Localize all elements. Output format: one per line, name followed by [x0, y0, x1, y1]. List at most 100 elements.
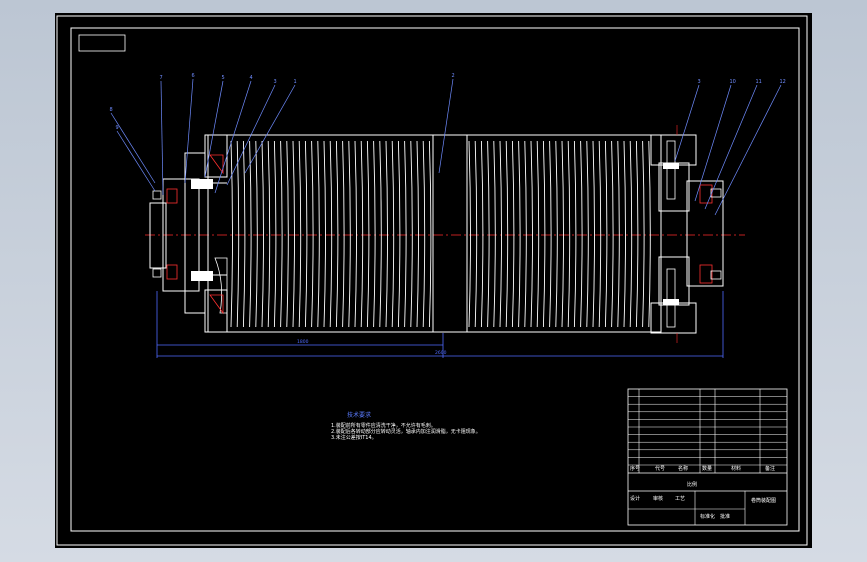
rope-groove — [230, 140, 233, 328]
rope-groove — [542, 140, 546, 328]
rope-groove — [404, 140, 407, 328]
leader-label-left-3: 6 — [192, 73, 195, 79]
rope-grooves-right — [468, 140, 651, 328]
rope-groove — [267, 140, 271, 328]
leader-label-left-5: 4 — [250, 75, 253, 81]
right-flange — [650, 125, 724, 343]
rope-groove — [335, 140, 339, 328]
rope-groove — [555, 140, 558, 328]
rope-groove — [518, 140, 521, 328]
rope-groove — [292, 140, 295, 328]
dimension-left: 1800 — [297, 339, 309, 345]
rope-groove — [561, 140, 564, 328]
rope-groove — [580, 140, 583, 328]
leader-label-right-3: 12 — [780, 79, 786, 85]
rope-groove — [642, 140, 645, 328]
rope-groove — [468, 140, 471, 328]
rope-groove — [323, 140, 326, 328]
rope-groove — [329, 140, 333, 328]
leader-label-left-0: 8 — [110, 107, 113, 113]
row-label-3: 数量 — [702, 466, 713, 472]
dimension-lines: 1800 2600 — [156, 291, 724, 358]
bottom-label-3: 标准化 — [700, 514, 716, 520]
rope-groove — [273, 140, 277, 328]
rope-groove — [354, 140, 357, 328]
leader-label-right-1: 10 — [730, 79, 736, 85]
leader-label-right-2: 11 — [756, 79, 762, 85]
rope-groove — [611, 140, 614, 328]
bottom-label-0: 设计 — [630, 496, 641, 502]
rope-groove — [499, 140, 502, 328]
row-label-4: 材料 — [731, 466, 742, 472]
leader-line — [674, 84, 700, 162]
rope-groove — [249, 140, 252, 328]
rope-groove — [422, 140, 426, 328]
row-label-1: 代号 — [655, 466, 666, 472]
corner-stamp-box — [78, 34, 126, 52]
rope-groove — [311, 140, 314, 328]
left-flange — [149, 134, 228, 333]
row-label-5: 备注 — [765, 466, 776, 472]
rope-groove — [428, 140, 432, 328]
leader-label-left-1: 9 — [116, 125, 119, 131]
rope-groove — [586, 140, 589, 328]
rope-groove — [366, 140, 370, 328]
rope-groove — [487, 140, 490, 328]
rope-groove — [617, 140, 620, 328]
rope-groove — [635, 140, 639, 328]
leader-label-right-0: 3 — [698, 79, 701, 85]
bottom-label-4: 批准 — [720, 514, 731, 520]
part-name: 卷筒装配图 — [751, 498, 777, 504]
outer-frame — [56, 15, 808, 546]
rope-groove — [255, 140, 258, 328]
leader-line — [204, 80, 224, 178]
rope-groove — [379, 140, 382, 328]
rope-groove — [317, 140, 320, 328]
inner-frame — [70, 27, 800, 532]
notes-line-3: 3.未注公差按IT14。 — [331, 435, 377, 441]
leader-label-center-0: 2 — [452, 73, 455, 79]
drawing-sheet[interactable]: 8 9 7 6 5 4 3 1 2 3 10 11 12 1800 2600 技… — [55, 13, 812, 548]
rope-groove — [342, 140, 345, 328]
scale-label: 比例 — [687, 482, 698, 488]
rope-groove — [623, 140, 626, 328]
rope-groove — [530, 140, 533, 328]
rope-groove — [261, 140, 264, 328]
rope-groove — [511, 140, 515, 328]
rope-groove — [604, 140, 608, 328]
rope-groove — [549, 140, 552, 328]
bottom-label-2: 工艺 — [675, 496, 686, 502]
row-label-0: 序号 — [630, 466, 641, 472]
assembly-drawing[interactable]: 897 6 5 43 123 10 11 12 1800 2600 — [55, 13, 812, 548]
rope-groove — [416, 140, 419, 328]
row-label-2: 名称 — [678, 466, 689, 472]
title-block — [627, 388, 788, 526]
leader-lines: 897 6 5 43 123 10 11 12 — [110, 73, 786, 216]
leader-line — [694, 84, 732, 202]
rope-grooves-left — [230, 140, 432, 328]
rope-groove — [493, 140, 496, 328]
drum-body — [207, 134, 662, 333]
notes-title: 技术要求 — [347, 412, 372, 419]
rope-groove — [536, 140, 540, 328]
rope-groove — [286, 140, 289, 328]
rope-groove — [524, 140, 527, 328]
leader-line — [110, 112, 156, 184]
rope-groove — [573, 140, 577, 328]
rope-groove — [298, 140, 302, 328]
rope-groove — [304, 140, 308, 328]
rope-groove — [280, 140, 283, 328]
rope-groove — [629, 140, 633, 328]
rope-groove — [397, 140, 401, 328]
leader-label-left-4: 5 — [222, 75, 225, 81]
rope-groove — [348, 140, 351, 328]
rope-groove — [567, 140, 571, 328]
rope-groove — [360, 140, 364, 328]
leader-label-left-2: 7 — [160, 75, 163, 81]
rope-groove — [410, 140, 413, 328]
rope-groove — [242, 140, 246, 328]
bottom-label-1: 审核 — [653, 496, 664, 502]
leader-line — [184, 78, 194, 184]
leader-line — [438, 78, 454, 174]
rope-groove — [592, 140, 595, 328]
